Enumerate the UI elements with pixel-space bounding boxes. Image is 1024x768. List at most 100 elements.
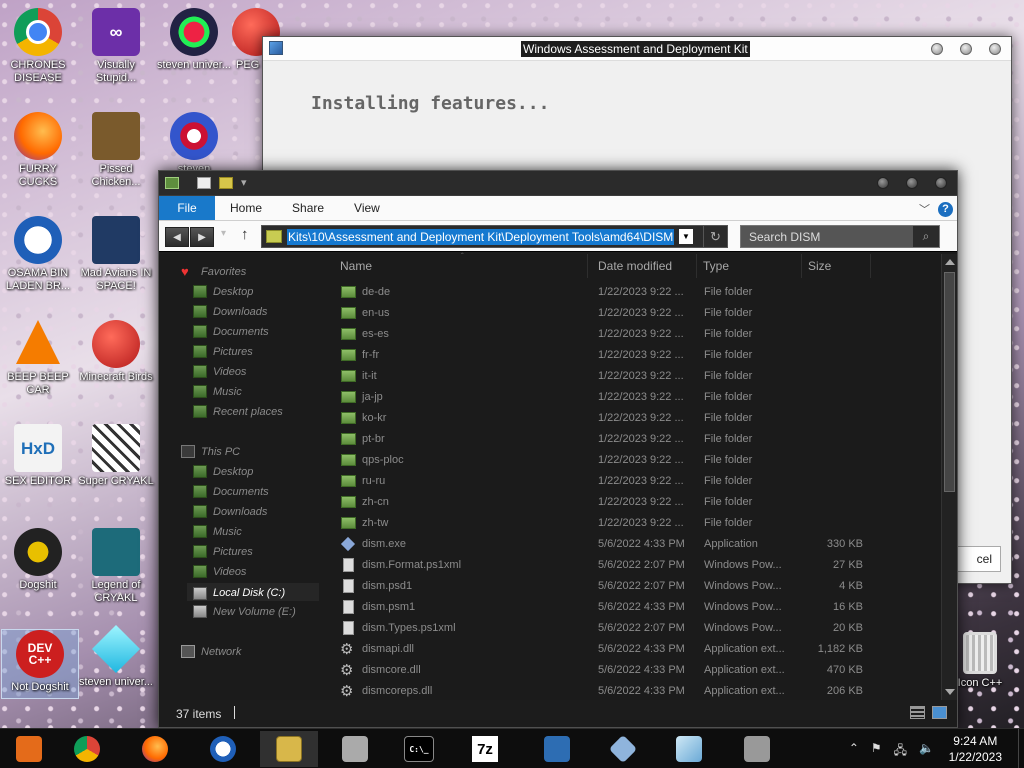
forward-button[interactable]: ▶ — [190, 227, 214, 247]
chevron-down-icon[interactable]: ▾ — [241, 176, 255, 189]
file-row[interactable]: dism.Types.ps1xml 5/6/2022 2:07 PM Windows… — [327, 618, 941, 639]
network-icon[interactable]: 🖧 — [894, 741, 907, 762]
nav-network[interactable]: Network — [181, 645, 241, 658]
nav-item-desktop[interactable]: Desktop — [193, 285, 253, 298]
adk-title-bar[interactable]: Windows Assessment and Deployment Kit — [263, 37, 1011, 61]
desktop-icon[interactable]: steven — [156, 112, 232, 176]
file-row[interactable]: qps-ploc 1/22/2023 9:22 ... File folder — [327, 450, 941, 471]
taskbar-app[interactable] — [528, 731, 586, 767]
nav-item-downloads[interactable]: Downloads — [193, 305, 267, 318]
desktop-icon[interactable]: CHRONES DISEASE — [0, 8, 76, 85]
desktop-icon[interactable]: OSAMA BIN LADEN BR... — [0, 216, 76, 293]
file-row[interactable]: en-us 1/22/2023 9:22 ... File folder — [327, 303, 941, 324]
maximize-button[interactable] — [906, 177, 918, 189]
file-row[interactable]: ⚙ dismcore.dll 5/6/2022 4:33 PM Application… — [327, 660, 941, 681]
file-row[interactable]: ⚙ dismcoreps.dll 5/6/2022 4:33 PM Applicati… — [327, 681, 941, 700]
search-input[interactable] — [749, 230, 909, 244]
nav-item-documents[interactable]: Documents — [193, 485, 269, 498]
nav-item-desktop[interactable]: Desktop — [193, 465, 253, 478]
file-row[interactable]: dism.exe 5/6/2022 4:33 PM Application 330 K… — [327, 534, 941, 555]
file-row[interactable]: dism.Format.ps1xml 5/6/2022 2:07 PM Window… — [327, 555, 941, 576]
file-row[interactable]: it-it 1/22/2023 9:22 ... File folder — [327, 366, 941, 387]
tab-home[interactable]: Home — [215, 196, 277, 220]
file-row[interactable]: es-es 1/22/2023 9:22 ... File folder — [327, 324, 941, 345]
nav-item-pictures[interactable]: Pictures — [193, 345, 253, 358]
nav-item-music[interactable]: Music — [193, 385, 242, 398]
close-button[interactable] — [989, 43, 1001, 55]
taskbar-app[interactable] — [660, 731, 718, 767]
help-icon[interactable]: ? — [938, 201, 953, 217]
tab-file[interactable]: File — [159, 196, 215, 220]
desktop-icon[interactable]: Super CRYAKL — [78, 424, 154, 488]
desktop-icon[interactable]: FURRY CUCKS — [0, 112, 76, 189]
back-button[interactable]: ◀ — [165, 227, 189, 247]
file-row[interactable]: ko-kr 1/22/2023 9:22 ... File folder — [327, 408, 941, 429]
file-row[interactable]: ja-jp 1/22/2023 9:22 ... File folder — [327, 387, 941, 408]
nav-favorites[interactable]: ♥ Favorites — [181, 265, 246, 278]
scrollbar-thumb[interactable] — [944, 272, 955, 492]
taskbar-app[interactable] — [126, 731, 184, 767]
desktop-icon[interactable]: DEV C++ Not Dogshit — [1, 629, 79, 699]
address-dropdown-icon[interactable]: ▼ — [679, 229, 693, 244]
nav-item-videos[interactable]: Videos — [193, 565, 246, 578]
file-row[interactable]: dism.psm1 5/6/2022 4:33 PM Windows Pow... 1… — [327, 597, 941, 618]
desktop-icon[interactable]: HxD SEX EDITOR — [0, 424, 76, 488]
file-row[interactable]: pt-br 1/22/2023 9:22 ... File folder — [327, 429, 941, 450]
minimize-button[interactable] — [877, 177, 889, 189]
taskbar-app[interactable] — [58, 731, 116, 767]
file-row[interactable]: de-de 1/22/2023 9:22 ... File folder — [327, 282, 941, 303]
column-divider[interactable] — [587, 254, 588, 278]
file-row[interactable]: zh-tw 1/22/2023 9:22 ... File folder — [327, 513, 941, 534]
desktop-icon[interactable]: Legend of CRYAKL — [78, 528, 154, 605]
desktop-icon[interactable]: steven univer... — [78, 624, 154, 689]
taskbar-app[interactable]: C:\_ — [390, 731, 448, 767]
search-box[interactable]: ⌕ — [740, 225, 940, 248]
address-path[interactable]: Kits\10\Assessment and Deployment Kit\De… — [287, 229, 675, 245]
taskbar-app[interactable] — [326, 731, 384, 767]
volume-icon[interactable]: 🔈 — [919, 741, 934, 762]
nav-item-documents[interactable]: Documents — [193, 325, 269, 338]
tab-share[interactable]: Share — [277, 196, 339, 220]
desktop-icon[interactable]: Mad Avians IN SPACE! — [78, 216, 154, 293]
column-size[interactable]: Size — [808, 259, 831, 273]
maximize-button[interactable] — [960, 43, 972, 55]
nav-item-videos[interactable]: Videos — [193, 365, 246, 378]
vertical-scrollbar[interactable] — [941, 254, 957, 700]
column-date-modified[interactable]: Date modified — [598, 259, 672, 273]
flag-icon[interactable]: ⚑ — [871, 741, 882, 762]
large-icons-view-icon[interactable] — [932, 706, 947, 719]
taskbar-app[interactable] — [0, 731, 58, 767]
nav-item-recent-places[interactable]: Recent places — [193, 405, 283, 418]
desktop-icon[interactable]: Dogshit — [0, 528, 76, 592]
column-type[interactable]: Type — [703, 259, 729, 273]
taskbar-app[interactable] — [194, 731, 252, 767]
up-arrow-icon[interactable]: ↑ — [241, 226, 249, 243]
nav-item-local-disk[interactable]: Local Disk (C:) — [187, 583, 319, 601]
minimize-button[interactable] — [931, 43, 943, 55]
show-desktop-button[interactable] — [1018, 729, 1024, 768]
desktop-icon[interactable]: ∞ Visually Stupid... — [78, 8, 154, 85]
nav-this-pc[interactable]: This PC — [181, 445, 240, 458]
desktop-icon[interactable]: steven univer... — [156, 8, 232, 72]
column-divider[interactable] — [870, 254, 871, 278]
scroll-up-icon[interactable] — [945, 259, 955, 265]
show-hidden-icons-icon[interactable]: ⌃ — [849, 741, 859, 762]
column-divider[interactable] — [696, 254, 697, 278]
taskbar-app[interactable] — [728, 731, 786, 767]
desktop-icon[interactable]: BEEP BEEP CAR — [0, 320, 76, 397]
desktop-icon[interactable]: Minecraft Birds — [78, 320, 154, 384]
recent-locations-icon[interactable]: ▾ — [221, 228, 226, 239]
file-row[interactable]: ru-ru 1/22/2023 9:22 ... File folder — [327, 471, 941, 492]
expand-ribbon-icon[interactable]: ﹀ — [919, 201, 930, 217]
file-row[interactable]: fr-fr 1/22/2023 9:22 ... File folder — [327, 345, 941, 366]
tab-view[interactable]: View — [339, 196, 395, 220]
column-divider[interactable] — [801, 254, 802, 278]
new-folder-icon[interactable] — [219, 177, 233, 189]
file-row[interactable]: dism.psd1 5/6/2022 2:07 PM Windows Pow... 4… — [327, 576, 941, 597]
nav-item-pictures[interactable]: Pictures — [193, 545, 253, 558]
nav-item-music[interactable]: Music — [193, 525, 242, 538]
taskbar-app-active[interactable] — [260, 731, 318, 767]
search-icon[interactable]: ⌕ — [913, 226, 939, 247]
column-name[interactable]: Name — [340, 259, 372, 273]
address-field[interactable]: Kits\10\Assessment and Deployment Kit\De… — [261, 225, 728, 248]
